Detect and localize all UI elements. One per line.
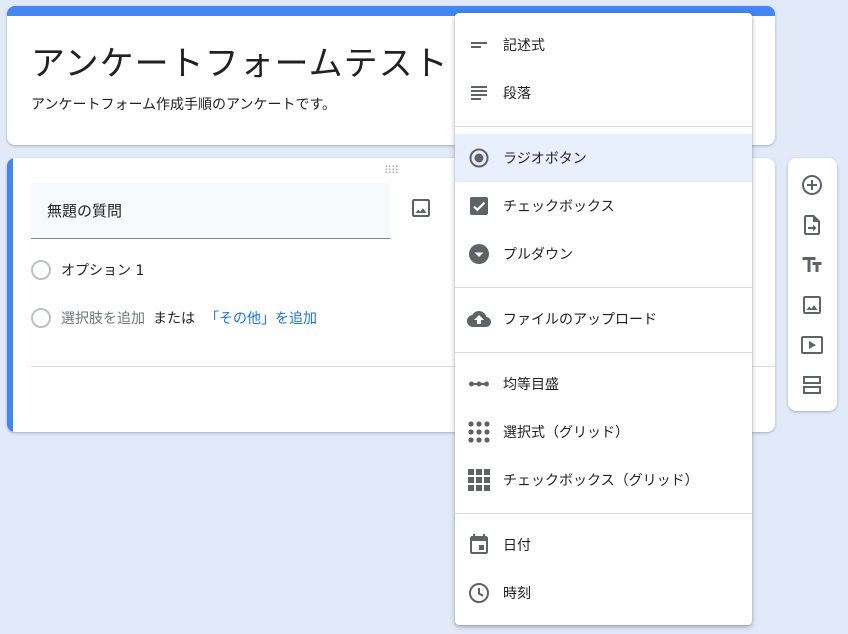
menu-item-short-answer[interactable]: 記述式 bbox=[455, 21, 752, 69]
add-question-icon[interactable] bbox=[800, 173, 824, 197]
menu-divider bbox=[455, 287, 752, 288]
question-title-field[interactable]: 無題の質問 bbox=[31, 183, 390, 239]
clock-icon bbox=[467, 581, 491, 605]
menu-item-dropdown[interactable]: プルダウン bbox=[455, 230, 752, 278]
menu-item-label: チェックボックス bbox=[503, 199, 615, 215]
menu-item-checkbox-grid[interactable]: チェックボックス（グリッド） bbox=[455, 456, 752, 504]
menu-item-label: ラジオボタン bbox=[503, 151, 587, 167]
radio-button-icon bbox=[467, 146, 491, 170]
menu-item-label: 選択式（グリッド） bbox=[503, 425, 629, 441]
menu-item-label: 均等目盛 bbox=[503, 377, 559, 393]
menu-divider bbox=[455, 126, 752, 127]
question-type-menu: 記述式 段落 ラジオボタン チェックボックス プルダウン ファイルのアップロード bbox=[455, 13, 752, 625]
menu-item-radio-button[interactable]: ラジオボタン bbox=[455, 134, 752, 182]
add-option-row: 選択肢を追加 または 「その他」を追加 bbox=[31, 306, 317, 330]
drag-handle-icon[interactable]: ⠿⠿ bbox=[384, 165, 399, 176]
menu-item-date[interactable]: 日付 bbox=[455, 521, 752, 569]
side-toolbar bbox=[788, 158, 837, 411]
add-option-button[interactable]: 選択肢を追加 bbox=[61, 308, 145, 328]
option-row[interactable]: オプション 1 bbox=[31, 258, 144, 282]
menu-item-label: チェックボックス（グリッド） bbox=[503, 473, 699, 489]
multiple-choice-grid-icon bbox=[467, 420, 491, 444]
menu-item-label: 日付 bbox=[503, 538, 531, 554]
menu-divider bbox=[455, 513, 752, 514]
add-image-icon[interactable] bbox=[800, 293, 824, 317]
menu-item-time[interactable]: 時刻 bbox=[455, 569, 752, 617]
menu-item-file-upload[interactable]: ファイルのアップロード bbox=[455, 295, 752, 343]
form-description[interactable]: アンケートフォーム作成手順のアンケートです。 bbox=[31, 94, 336, 114]
add-section-icon[interactable] bbox=[800, 373, 824, 397]
import-question-icon[interactable] bbox=[800, 213, 824, 237]
form-title[interactable]: アンケートフォームテスト bbox=[31, 36, 449, 85]
menu-item-multiple-choice-grid[interactable]: 選択式（グリッド） bbox=[455, 408, 752, 456]
short-answer-icon bbox=[467, 33, 491, 57]
paragraph-icon bbox=[467, 81, 491, 105]
or-text: または bbox=[153, 311, 195, 327]
option-label[interactable]: オプション 1 bbox=[61, 260, 144, 280]
question-image-icon[interactable] bbox=[409, 196, 433, 220]
checkbox-icon bbox=[467, 194, 491, 218]
menu-item-label: プルダウン bbox=[503, 247, 573, 263]
add-video-icon[interactable] bbox=[800, 333, 824, 357]
radio-option-icon bbox=[31, 308, 51, 328]
menu-item-label: ファイルのアップロード bbox=[503, 312, 657, 328]
radio-option-icon bbox=[31, 260, 51, 280]
add-title-icon[interactable] bbox=[800, 253, 824, 277]
menu-item-label: 時刻 bbox=[503, 586, 531, 602]
add-other-button[interactable]: 「その他」を追加 bbox=[205, 308, 317, 328]
dropdown-icon bbox=[467, 242, 491, 266]
active-question-indicator bbox=[7, 158, 13, 432]
linear-scale-icon bbox=[467, 372, 491, 396]
calendar-icon bbox=[467, 533, 491, 557]
menu-item-label: 記述式 bbox=[503, 38, 545, 54]
menu-item-label: 段落 bbox=[503, 86, 531, 102]
checkbox-grid-icon bbox=[467, 468, 491, 492]
menu-item-linear-scale[interactable]: 均等目盛 bbox=[455, 360, 752, 408]
menu-item-paragraph[interactable]: 段落 bbox=[455, 69, 752, 117]
cloud-upload-icon bbox=[467, 307, 491, 331]
question-title: 無題の質問 bbox=[47, 202, 123, 220]
menu-divider bbox=[455, 352, 752, 353]
menu-item-checkbox[interactable]: チェックボックス bbox=[455, 182, 752, 230]
